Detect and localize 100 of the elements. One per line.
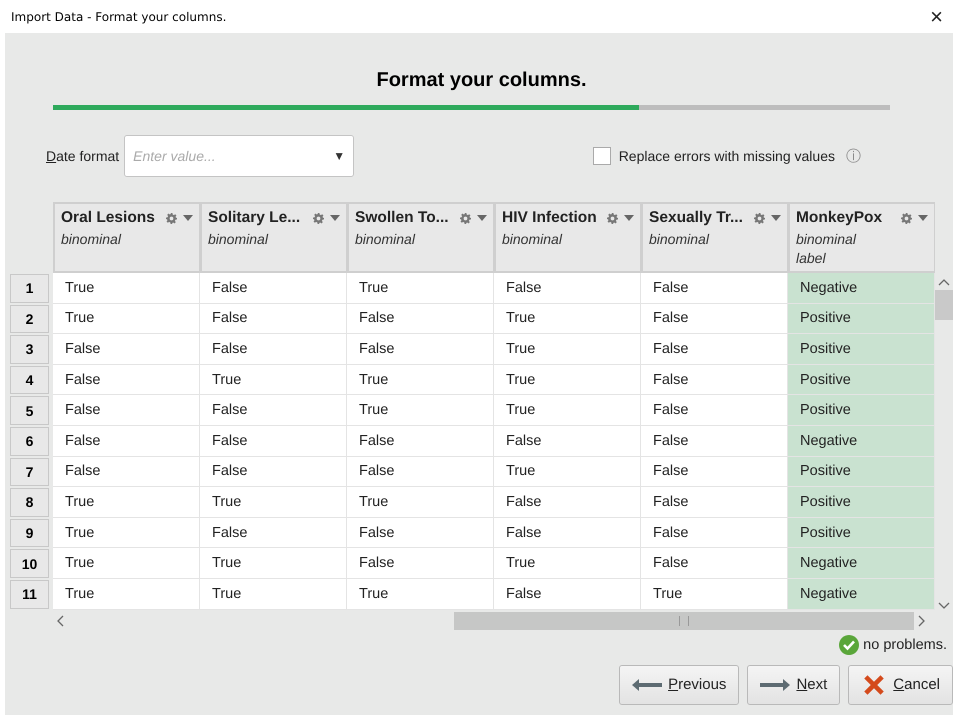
table-cell: False [641,426,788,457]
date-format-field[interactable]: Enter value... ▼ [124,135,354,177]
table-cell: False [641,456,788,488]
caret-icon[interactable] [330,215,340,221]
gear-icon[interactable] [313,212,324,224]
table-cell: False [494,426,641,457]
table-cell: False [494,487,641,518]
wizard-button[interactable]: Next [747,664,840,705]
row-number: 3 [10,335,49,364]
table-cell: False [347,426,494,457]
table-cell: Positive [788,364,935,396]
scroll-left-icon[interactable] [56,614,64,627]
table-cell: False [53,334,200,365]
column-header[interactable]: Sexually Tr... binominal [641,202,788,273]
table-cell: Positive [788,456,935,488]
scroll-up-icon[interactable] [938,278,950,286]
table-cell: False [641,334,788,365]
close-button[interactable]: × [926,6,947,28]
table-cell: True [494,334,641,365]
column-header[interactable]: Solitary Le... binominal [200,202,347,273]
table-cell: False [347,304,494,334]
wizard-button[interactable]: Previous [619,664,740,705]
table-cell: False [200,456,347,488]
column-role: label [796,251,827,265]
column-type: binominal [649,232,710,246]
table-cell: False [200,395,347,426]
row-number: 4 [10,366,49,394]
table-cell: False [494,578,641,610]
column-name: HIV Infection [502,209,597,227]
table-cell: Positive [788,518,935,548]
table-cell: False [53,364,200,396]
row-number: 5 [10,396,49,425]
scroll-down-icon[interactable] [938,602,950,610]
checkbox-label: Replace errors with missing values [618,148,835,164]
table-cell: Positive [788,304,935,334]
page-heading: Format your columns. [375,69,588,92]
table-cell: False [641,273,788,304]
table-cell: False [641,518,788,548]
column-type: binominal [796,232,858,246]
table-cell: True [494,456,641,488]
table-cell: True [200,548,347,579]
gear-icon[interactable] [754,212,765,224]
date-format-label: Date format [46,148,120,164]
caret-icon[interactable] [624,215,634,221]
row-number: 7 [10,458,49,486]
column-type: binominal [355,232,416,246]
column-type: binominal [502,232,564,246]
table-cell: False [641,364,788,396]
column-header[interactable]: HIV Infection binominal [494,202,641,273]
column-header[interactable]: Swollen To... binominal [347,202,494,273]
table-cell: False [641,548,788,579]
gear-icon[interactable] [607,212,618,224]
table-cell: Negative [788,426,935,457]
wizard-button[interactable]: Cancel [848,664,953,705]
table-cell: Positive [788,334,935,365]
table-cell: False [347,548,494,579]
table-cell: True [494,548,641,579]
table-cell: False [494,273,641,304]
scrollbar-thumb[interactable] [454,612,914,630]
row-number: 9 [10,518,49,548]
table-cell: False [200,518,347,548]
table-cell: True [53,487,200,518]
checkbox[interactable] [592,147,611,165]
table-cell: True [641,578,788,610]
window-title: Import Data - Format your columns. [11,10,226,24]
table-cell: Negative [788,273,935,304]
column-name: Sexually Tr... [649,209,743,227]
gear-icon[interactable] [460,212,471,224]
table-cell: False [641,487,788,518]
row-number: 11 [10,580,49,609]
table-cell: False [641,395,788,426]
caret-icon[interactable] [183,215,193,221]
gear-icon[interactable] [901,212,912,224]
column-name: Swollen To... [355,209,449,227]
gear-icon[interactable] [166,212,177,224]
row-number: 10 [10,549,49,578]
caret-icon[interactable] [771,215,781,221]
caret-icon[interactable] [918,215,928,221]
table-cell: False [347,456,494,488]
horizontal-scrollbar[interactable] [56,612,926,630]
table-cell: False [494,518,641,548]
column-type: binominal [61,232,122,246]
scroll-right-icon[interactable] [918,614,926,627]
check-icon [839,634,860,655]
table-cell: Negative [788,548,935,579]
table-cell: True [200,364,347,396]
caret-icon[interactable] [477,215,487,221]
table-cell: True [347,487,494,518]
table-cell: True [494,395,641,426]
left-arrow-icon [632,678,662,691]
table-cell: True [200,578,347,610]
table-cell: True [200,487,347,518]
dropdown-arrow-icon[interactable]: ▼ [333,149,346,163]
table-cell: True [53,273,200,304]
table-cell: True [347,578,494,610]
table-cell: Positive [788,395,935,426]
column-header[interactable]: Oral Lesions binominal [53,202,200,273]
scrollbar-thumb[interactable] [935,290,953,320]
column-header[interactable]: MonkeyPox binominal label [788,202,935,273]
table-cell: True [494,364,641,396]
